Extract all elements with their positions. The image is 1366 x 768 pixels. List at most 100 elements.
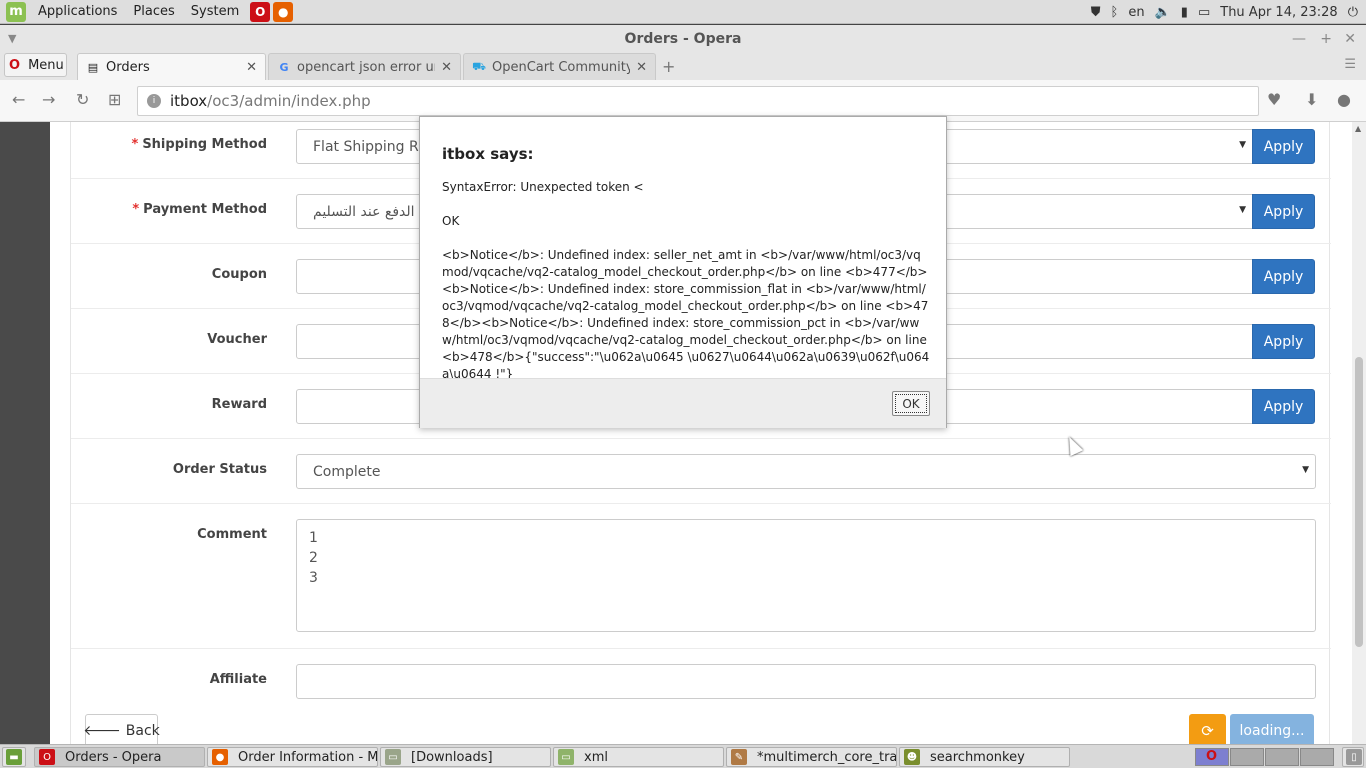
system-panel: m Applications Places System O ● ⛊ ᛒ en …: [0, 0, 1366, 24]
opera-menu-label: Menu: [28, 57, 64, 73]
keyboard-layout[interactable]: en: [1128, 5, 1144, 20]
tab-strip: O Menu ▤ Orders ✕ G opencart json error …: [0, 53, 1366, 80]
page-scrollbar[interactable]: ▲: [1352, 122, 1366, 744]
comment-label: Comment: [197, 527, 267, 542]
affiliate-input[interactable]: [296, 664, 1316, 699]
tab-orders[interactable]: ▤ Orders ✕: [77, 53, 266, 80]
address-field[interactable]: i itbox/oc3/admin/index.php: [137, 86, 1259, 116]
url-host: itbox: [170, 92, 208, 110]
desktop-icon: ▬: [6, 749, 22, 765]
minimize-icon[interactable]: —: [1292, 25, 1306, 53]
task-label: Order Information - M...: [238, 749, 378, 765]
reward-apply-button[interactable]: Apply: [1252, 389, 1315, 424]
account-icon[interactable]: ●: [1337, 90, 1351, 109]
back-icon[interactable]: ←: [12, 90, 25, 109]
reward-label: Reward: [211, 397, 267, 412]
coupon-apply-button[interactable]: Apply: [1252, 259, 1315, 294]
mint-menu-icon[interactable]: m: [6, 1, 26, 22]
shield-icon[interactable]: ⛊: [1091, 5, 1101, 20]
show-desktop-button[interactable]: ▬: [2, 747, 26, 767]
workspace-2[interactable]: [1230, 748, 1264, 766]
scroll-thumb[interactable]: [1355, 357, 1363, 647]
comment-line: 2: [309, 550, 318, 566]
folder-icon: ▭: [385, 749, 401, 765]
order-status-row: Order Status Complete ▼: [71, 439, 1331, 504]
volume-icon[interactable]: 🔈: [1155, 5, 1171, 20]
dialog-ok-button[interactable]: OK: [892, 391, 930, 416]
task-searchmonkey[interactable]: ☻ searchmonkey: [899, 747, 1070, 767]
folder-icon: ▭: [558, 749, 574, 765]
new-tab-icon[interactable]: +: [662, 57, 675, 76]
network-icon[interactable]: ▮: [1181, 5, 1188, 20]
opencart-icon: ⛟: [472, 59, 486, 73]
trash-button[interactable]: ▯: [1342, 747, 1364, 767]
task-xml[interactable]: ▭ xml: [553, 747, 724, 767]
clock[interactable]: Thu Apr 14, 23:28: [1220, 5, 1337, 20]
workspace-1[interactable]: O: [1195, 748, 1229, 766]
task-orders-opera[interactable]: O Orders - Opera: [34, 747, 205, 767]
chevron-down-icon: ▼: [1302, 465, 1309, 475]
back-button[interactable]: 🡐 Back: [83, 714, 160, 744]
tab-google-search[interactable]: G opencart json error unide ✕: [268, 53, 461, 80]
voucher-apply-button[interactable]: Apply: [1252, 324, 1315, 359]
menu-places[interactable]: Places: [125, 4, 182, 19]
task-label: *multimerch_core_tra...: [757, 749, 897, 765]
task-label: [Downloads]: [411, 749, 493, 765]
close-tab-icon[interactable]: ✕: [441, 60, 452, 75]
opera-menu-button[interactable]: O Menu: [4, 53, 67, 77]
tab-menu-icon[interactable]: ☰: [1344, 57, 1356, 72]
close-window-icon[interactable]: ✕: [1344, 25, 1356, 53]
bluetooth-icon[interactable]: ᛒ: [1111, 5, 1119, 20]
chevron-down-icon: ▼: [1239, 140, 1246, 150]
coupon-label: Coupon: [211, 267, 267, 282]
comment-row: Comment 1 2 3: [71, 504, 1331, 649]
opera-launcher-icon[interactable]: O: [250, 1, 271, 22]
window-title: Orders - Opera: [624, 31, 742, 47]
speed-dial-icon[interactable]: ⊞: [108, 90, 121, 109]
site-info-icon[interactable]: i: [147, 94, 161, 108]
scroll-up-icon[interactable]: ▲: [1355, 124, 1361, 133]
maximize-icon[interactable]: +: [1320, 25, 1332, 53]
refresh-button[interactable]: ⟳: [1189, 714, 1226, 744]
task-order-information[interactable]: ● Order Information - M...: [207, 747, 378, 767]
close-tab-icon[interactable]: ✕: [636, 60, 647, 75]
trash-icon: ▯: [1346, 749, 1362, 765]
dialog-message: SyntaxError: Unexpected token < OK <b>No…: [442, 180, 930, 381]
google-icon: G: [279, 60, 289, 74]
tab-label: OpenCart Community • In: [492, 59, 631, 75]
bookmark-heart-icon[interactable]: ♥: [1267, 90, 1281, 109]
power-icon[interactable]: ⏻: [1348, 5, 1358, 20]
arrow-left-icon: 🡐: [83, 723, 121, 739]
forward-icon[interactable]: →: [42, 90, 55, 109]
close-tab-icon[interactable]: ✕: [246, 60, 257, 75]
menu-applications[interactable]: Applications: [30, 4, 125, 19]
window-menu-icon[interactable]: ▼: [8, 25, 16, 53]
affiliate-row: Affiliate: [71, 649, 1331, 709]
tab-opencart-community[interactable]: ⛟ OpenCart Community • In ✕: [463, 53, 656, 80]
task-label: xml: [584, 749, 608, 765]
menu-system[interactable]: System: [183, 4, 247, 19]
task-multimerch-core[interactable]: ✎ *multimerch_core_tra...: [726, 747, 897, 767]
task-label: searchmonkey: [930, 749, 1025, 765]
order-status-select[interactable]: Complete ▼: [296, 454, 1316, 489]
voucher-label: Voucher: [207, 332, 267, 347]
searchmonkey-icon: ☻: [904, 749, 920, 765]
comment-textarea[interactable]: 1 2 3: [296, 519, 1316, 632]
comment-line: 1: [309, 530, 318, 546]
order-status-value: Complete: [313, 463, 381, 480]
workspace-3[interactable]: [1265, 748, 1299, 766]
payment-method-label: * Payment Method: [132, 202, 267, 217]
download-icon[interactable]: ⬇: [1305, 90, 1318, 109]
alert-dialog: itbox says: SyntaxError: Unexpected toke…: [419, 116, 947, 428]
firefox-icon: ●: [212, 749, 228, 765]
shipping-apply-button[interactable]: Apply: [1252, 129, 1315, 164]
workspace-4[interactable]: [1300, 748, 1334, 766]
reload-icon[interactable]: ↻: [76, 90, 89, 109]
firefox-launcher-icon[interactable]: ●: [273, 1, 294, 22]
loading-button[interactable]: loading...: [1230, 714, 1314, 744]
task-downloads[interactable]: ▭ [Downloads]: [380, 747, 551, 767]
order-status-label: Order Status: [172, 462, 267, 477]
battery-icon[interactable]: ▭: [1198, 5, 1210, 20]
payment-apply-button[interactable]: Apply: [1252, 194, 1315, 229]
page-icon: ▤: [87, 60, 99, 74]
